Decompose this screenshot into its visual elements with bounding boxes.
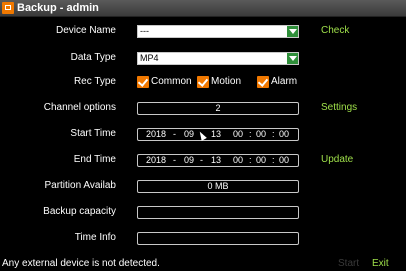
end-day[interactable]: 13 <box>211 155 221 166</box>
title-bar: Backup - admin <box>0 0 406 17</box>
end-minute[interactable]: 00 <box>256 155 266 166</box>
start-button[interactable]: Start <box>338 258 359 269</box>
start-month[interactable]: 09 <box>184 129 194 140</box>
end-second[interactable]: 00 <box>279 155 289 166</box>
end-year[interactable]: 2018 <box>146 155 166 166</box>
end-month[interactable]: 09 <box>184 155 194 166</box>
start-year[interactable]: 2018 <box>146 129 166 140</box>
start-day[interactable]: 13 <box>211 129 221 140</box>
alarm-checkbox[interactable] <box>257 76 269 88</box>
backup-capacity-field <box>137 206 299 219</box>
motion-checkbox[interactable] <box>197 76 209 88</box>
motion-label: Motion <box>211 76 242 87</box>
time-info-label: Time Info <box>74 232 116 243</box>
update-button[interactable]: Update <box>321 154 353 166</box>
chevron-down-icon[interactable] <box>287 26 298 37</box>
start-hour[interactable]: 00 <box>233 129 243 140</box>
data-type-value: MP4 <box>140 53 159 63</box>
channel-options-field[interactable]: 2 <box>137 102 299 115</box>
start-time-field[interactable]: 2018 - 09 - 13 00 : 00 : 00 <box>137 128 299 141</box>
common-checkbox[interactable] <box>137 76 149 88</box>
device-name-label: Device Name <box>55 25 116 36</box>
end-time-field[interactable]: 2018 - 09 - 13 00 : 00 : 00 <box>137 154 299 167</box>
data-type-dropdown[interactable]: MP4 <box>137 52 299 65</box>
partition-available-field: 0 MB <box>137 180 299 193</box>
chevron-down-icon[interactable] <box>287 53 298 64</box>
window-title: Backup - admin <box>17 2 99 14</box>
backup-capacity-label: Backup capacity <box>43 206 116 217</box>
rec-type-label: Rec Type <box>73 76 116 87</box>
partition-available-label: Partition Availab <box>44 180 116 191</box>
backup-app-icon <box>2 2 14 14</box>
channel-options-value: 2 <box>215 103 221 113</box>
alarm-label: Alarm <box>271 76 298 87</box>
partition-available-value: 0 MB <box>207 181 229 191</box>
status-message: Any external device is not detected. <box>2 258 160 269</box>
start-time-label: Start Time <box>70 128 116 139</box>
time-info-field <box>137 232 299 245</box>
check-button[interactable]: Check <box>321 25 349 37</box>
end-time-label: End Time <box>73 154 116 165</box>
device-name-dropdown[interactable]: --- <box>137 25 299 38</box>
data-type-label: Data Type <box>70 52 116 63</box>
start-second[interactable]: 00 <box>279 129 289 140</box>
device-name-value: --- <box>140 26 149 36</box>
exit-button[interactable]: Exit <box>372 258 389 269</box>
common-label: Common <box>151 76 192 87</box>
end-hour[interactable]: 00 <box>233 155 243 166</box>
channel-options-label: Channel options <box>43 102 116 113</box>
settings-button[interactable]: Settings <box>321 102 357 114</box>
start-minute[interactable]: 00 <box>256 129 266 140</box>
